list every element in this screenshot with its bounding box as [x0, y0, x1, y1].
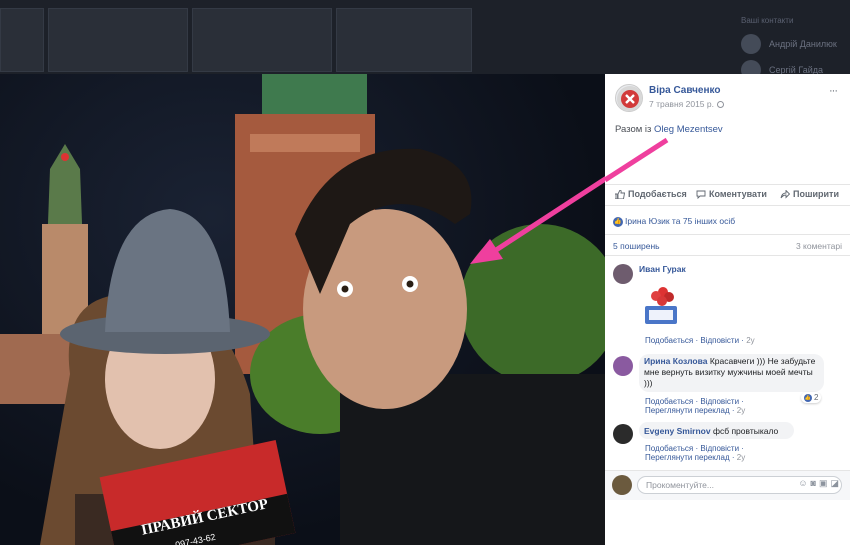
post-date[interactable]: 7 травня 2015 р.: [649, 99, 724, 109]
reactions-text[interactable]: Ірина Юзик та 75 інших осіб: [625, 216, 735, 226]
comment-reaction-count: 2: [814, 393, 819, 402]
post-actions: Подобається Коментувати Поширити: [605, 184, 850, 206]
post-side-panel: Віра Савченко 7 травня 2015 р. ··· Разом…: [605, 74, 850, 545]
comment-icon: [696, 190, 706, 200]
comment-composer: Прокоментуйте... ☺◙▣◪: [605, 470, 850, 500]
commenter-name[interactable]: Иван Гурак: [639, 264, 686, 274]
current-user-avatar: [612, 475, 632, 495]
comment-label: Коментувати: [709, 189, 767, 199]
post-date-text[interactable]: 7 травня 2015 р.: [649, 99, 714, 109]
sticker-icon[interactable]: ◪: [830, 478, 842, 488]
comment-reply-link[interactable]: Відповісти: [700, 336, 739, 345]
translate-link[interactable]: Переглянути переклад: [645, 406, 730, 415]
contact-name: Андрій Данилюк: [769, 39, 837, 49]
background-photo-thumb: [0, 8, 44, 72]
tower-roof: [262, 74, 367, 114]
comments-count[interactable]: 3 коментарі: [796, 241, 842, 251]
avatar-image: [617, 86, 642, 111]
background-contacts: Ваші контакти Андрій Данилюк Сергій Гайд…: [735, 8, 850, 80]
comment-meta: Подобається · Відповісти ·: [645, 444, 744, 453]
share-button[interactable]: Поширити: [780, 189, 839, 199]
author-name[interactable]: Віра Савченко: [649, 85, 721, 96]
shares-count[interactable]: 5 поширень: [613, 241, 660, 251]
like-button[interactable]: Подобається: [615, 189, 687, 200]
comment-like-link[interactable]: Подобається: [645, 444, 693, 453]
share-label: Поширити: [793, 189, 839, 199]
contacts-heading: Ваші контакти: [741, 16, 794, 25]
comment-like-link[interactable]: Подобається: [645, 336, 693, 345]
tower-band: [250, 134, 360, 152]
comment-meta: Подобається · Відповісти ·: [645, 397, 744, 406]
comment-meta-translate: Переглянути переклад · 2у: [645, 453, 746, 462]
thumbs-up-icon: [615, 190, 625, 200]
commenter-avatar[interactable]: [613, 264, 633, 284]
photo-theater: Ваші контакти Андрій Данилюк Сергій Гайд…: [0, 0, 850, 545]
arrow-line: [605, 137, 669, 183]
comment-meta: Подобається · Відповісти · 2у: [645, 336, 755, 345]
like-reaction-icon: 👍: [804, 393, 812, 402]
comment-time[interactable]: 2у: [737, 406, 745, 415]
with-prefix: Разом із: [615, 124, 652, 135]
share-icon: [780, 190, 790, 199]
like-reaction-icon: 👍: [613, 216, 623, 227]
background-page: Ваші контакти Андрій Данилюк Сергій Гайд…: [0, 0, 850, 80]
pupil: [406, 280, 414, 288]
comment-body: Иван Гурак: [639, 264, 686, 275]
avatar: [741, 34, 761, 54]
post-header: Віра Савченко 7 травня 2015 р. ···: [615, 84, 845, 120]
comment-like-link[interactable]: Подобається: [645, 397, 693, 406]
background-photo-thumb: [48, 8, 188, 72]
comment-time[interactable]: 2у: [737, 453, 745, 462]
more-options-icon[interactable]: ···: [829, 85, 838, 97]
comment-meta-translate: Переглянути переклад · 2у: [645, 406, 746, 415]
commenter-avatar[interactable]: [613, 356, 633, 376]
comment-body: Ирина Козлова Красавчеги ))) Не забудьте…: [644, 356, 819, 389]
thumb-palm: [649, 310, 673, 320]
comment-body: Evgeny Smirnov фсб провтыкало: [644, 426, 778, 437]
tagged-with: Разом із Oleg Mezentsev: [615, 124, 723, 135]
globe-icon: [716, 101, 724, 109]
comment-reply-link[interactable]: Відповісти: [700, 397, 739, 406]
gif-icon[interactable]: ▣: [819, 478, 831, 488]
flowers-sticker: [645, 287, 677, 324]
hat-crown: [105, 209, 230, 332]
comment-reaction-pill[interactable]: 👍 2: [801, 392, 822, 403]
tagged-person-link[interactable]: Oleg Mezentsev: [654, 124, 723, 135]
author-avatar[interactable]: [615, 84, 643, 112]
background-photo-thumb: [192, 8, 332, 72]
comment-text: фсб провтыкало: [712, 426, 779, 436]
reactions-summary[interactable]: 👍 Ірина Юзик та 75 інших осіб: [613, 216, 735, 227]
contact-item: Андрій Данилюк: [741, 34, 850, 54]
pupil: [341, 285, 349, 293]
translate-link[interactable]: Переглянути переклад: [645, 453, 730, 462]
like-label: Подобається: [628, 189, 687, 199]
composer-icons: ☺◙▣◪: [798, 478, 842, 489]
commenter-name[interactable]: Evgeny Smirnov: [644, 426, 711, 436]
comment-button[interactable]: Коментувати: [696, 189, 767, 200]
engagement-counts: 5 поширень 3 коментарі: [605, 234, 850, 256]
background-photo-thumb: [336, 8, 472, 72]
comment-placeholder: Прокоментуйте...: [646, 480, 714, 490]
photo-illustration: ПРАВИЙ СЕКТОР 097-43-62: [0, 74, 605, 545]
comment-reply-link[interactable]: Відповісти: [700, 444, 739, 453]
commenter-avatar[interactable]: [613, 424, 633, 444]
post-photo[interactable]: ПРАВИЙ СЕКТОР 097-43-62: [0, 74, 605, 545]
flower: [657, 296, 667, 306]
commenter-name[interactable]: Ирина Козлова: [644, 356, 707, 366]
star: [61, 153, 69, 161]
emoji-icon[interactable]: ☺: [798, 478, 810, 488]
camera-icon[interactable]: ◙: [811, 478, 819, 488]
tree: [460, 224, 605, 384]
comment-time[interactable]: 2у: [746, 336, 754, 345]
